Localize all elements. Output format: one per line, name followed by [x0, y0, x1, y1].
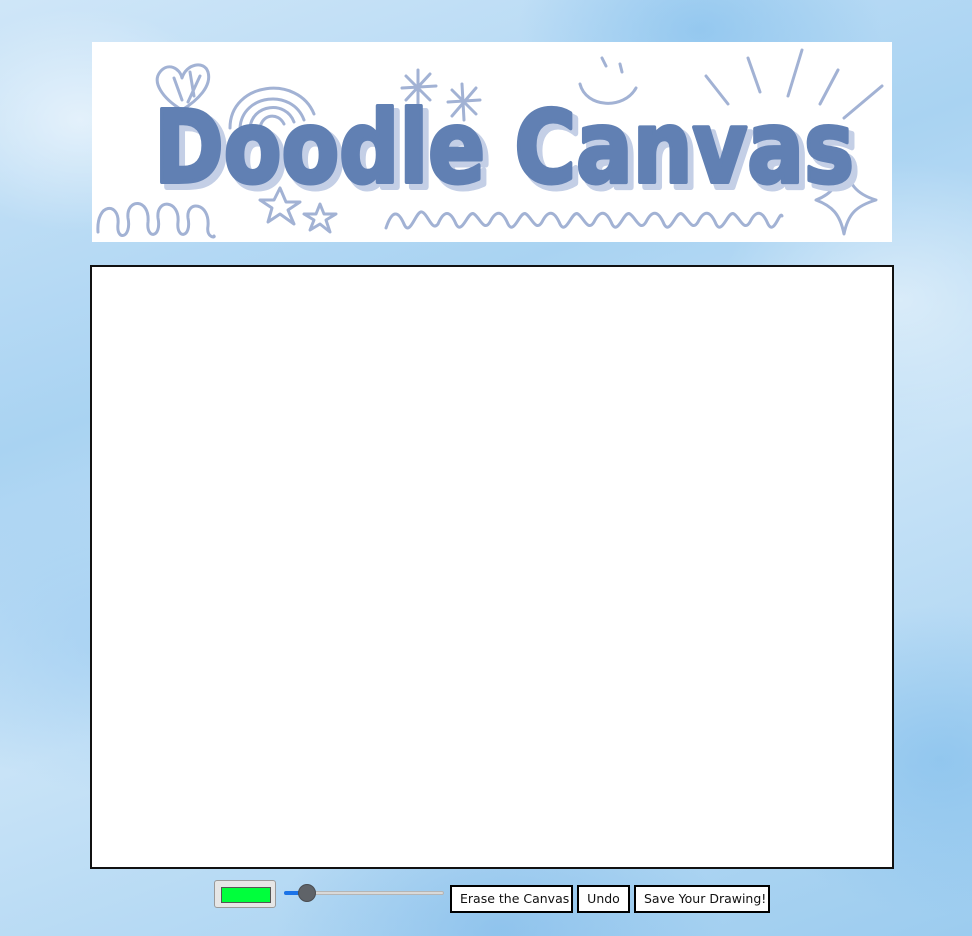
drawing-canvas[interactable]	[90, 265, 894, 869]
page-title-main: Doodle Canvas	[154, 89, 854, 206]
save-drawing-button[interactable]: Save Your Drawing!	[634, 885, 770, 913]
undo-button[interactable]: Undo	[577, 885, 630, 913]
erase-canvas-button[interactable]: Erase the Canvas	[450, 885, 573, 913]
color-swatch	[221, 887, 271, 903]
header-banner: Doodle Canvas Doodle Canvas	[92, 42, 892, 242]
slider-thumb[interactable]	[298, 884, 317, 902]
brush-size-slider[interactable]	[284, 883, 444, 903]
wave-doodle-icon	[384, 210, 784, 230]
toolbar: Erase the Canvas Undo Save Your Drawing!	[0, 878, 972, 918]
color-picker[interactable]	[214, 880, 276, 908]
